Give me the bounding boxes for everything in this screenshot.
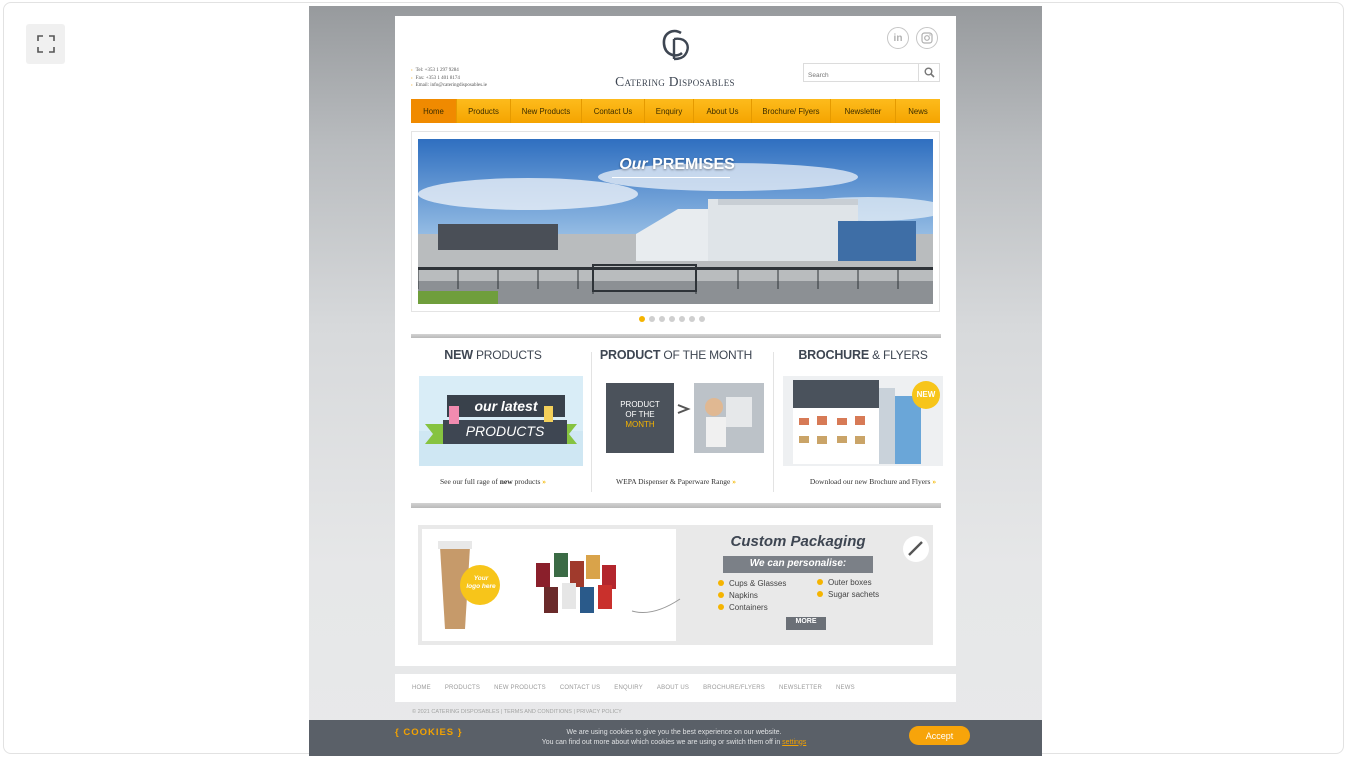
nav-newsletter[interactable]: Newsletter	[831, 99, 896, 123]
footer-link[interactable]: ABOUT US	[657, 685, 689, 691]
column-title[interactable]: PRODUCT OF THE MONTH	[586, 348, 766, 368]
section-divider	[411, 503, 941, 508]
footer-nav: HOME PRODUCTS NEW PRODUCTS CONTACT US EN…	[395, 674, 956, 702]
slider-dots	[639, 316, 705, 322]
copyright: © 2021 CATERING DISPOSABLES | TERMS AND …	[412, 709, 622, 715]
page-container: › Tel: +353 1 297 9284 › Fax: +353 1 401 8…	[395, 16, 956, 666]
new-products-column: NEW PRODUCTS our latest PRODUCTS See our…	[403, 348, 583, 486]
slider-dot[interactable]	[649, 316, 655, 322]
slider-dot[interactable]	[669, 316, 675, 322]
hero-slider[interactable]: Our PREMISES	[411, 131, 940, 312]
linkedin-link[interactable]: in	[887, 27, 909, 49]
contact-line: › Tel: +353 1 297 9284	[411, 68, 459, 73]
brochure-column: BROCHURE & FLYERS NEW Download our new B…	[773, 348, 953, 486]
banner-title: Custom Packaging	[730, 533, 866, 550]
pom-text-1: PRODUCT	[620, 400, 660, 409]
nav-contact-us[interactable]: Contact Us	[582, 99, 645, 123]
slider-dot[interactable]	[689, 316, 695, 322]
contact-info: › Tel: +353 1 297 9284 › Fax: +353 1 401 8…	[411, 67, 487, 90]
slide-title-script: Our	[619, 156, 648, 173]
footer-link[interactable]: PRODUCTS	[445, 685, 480, 691]
banner-list-right: Outer boxes Sugar sachets	[828, 577, 879, 601]
footer-link[interactable]: NEWSLETTER	[779, 685, 822, 691]
brochure-image[interactable]: NEW	[783, 376, 943, 471]
footer-link[interactable]: NEW PRODUCTS	[494, 685, 546, 691]
footer-link[interactable]: BROCHURE/FLYERS	[703, 685, 765, 691]
new-products-image[interactable]: our latest PRODUCTS	[419, 376, 583, 471]
new-badge: NEW	[916, 390, 936, 399]
nav-brochure-flyers[interactable]: Brochure/ Flyers	[752, 99, 831, 123]
custom-packaging-banner[interactable]: Your logo here Custom Packaging We can p…	[418, 525, 933, 645]
nav-news[interactable]: News	[896, 99, 940, 123]
nav-about-us[interactable]: About Us	[694, 99, 752, 123]
list-item: Containers	[729, 603, 768, 612]
search-input[interactable]	[806, 67, 918, 84]
contact-line: › Fax: +353 1 401 8174	[411, 75, 460, 81]
main-nav: Home Products New Products Contact Us En…	[411, 99, 940, 123]
brand-name[interactable]: Catering Disposables	[585, 74, 765, 90]
contact-line[interactable]: › Email: info@cateringdisposables.ie	[411, 82, 487, 90]
nav-products[interactable]: Products	[457, 99, 511, 123]
slide-title-bold: PREMISES	[652, 156, 735, 173]
column-caption[interactable]: WEPA Dispenser & Paperware Range »	[586, 477, 766, 486]
logo-mark[interactable]	[657, 25, 695, 63]
pom-text-3: MONTH	[625, 420, 655, 429]
image-text-latest: our latest	[474, 398, 538, 414]
arrow-right-icon: »	[732, 477, 736, 486]
list-item: Napkins	[729, 591, 758, 600]
column-title[interactable]: NEW PRODUCTS	[403, 348, 583, 368]
footer-link[interactable]: ENQUIRY	[614, 685, 643, 691]
section-divider	[411, 334, 941, 338]
nav-new-products[interactable]: New Products	[511, 99, 582, 123]
search-button[interactable]	[918, 64, 939, 81]
column-caption[interactable]: Download our new Brochure and Flyers »	[783, 477, 963, 486]
column-caption[interactable]: See our full rage of new products »	[403, 477, 583, 486]
slider-dot[interactable]	[699, 316, 705, 322]
search-icon	[924, 67, 935, 78]
expand-icon	[36, 35, 55, 53]
footer-link[interactable]: NEWS	[836, 685, 855, 691]
slider-dot[interactable]	[639, 316, 645, 322]
list-item: Cups & Glasses	[729, 579, 787, 588]
cookies-label: { COOKIES }	[395, 727, 463, 738]
list-item: Outer boxes	[828, 578, 872, 587]
product-of-month-column: PRODUCT OF THE MONTH PRODUCT OF THE MONT…	[586, 348, 766, 486]
column-separator	[773, 352, 774, 492]
banner-subtitle: We can personalise:	[749, 558, 847, 569]
linkedin-icon: in	[893, 32, 903, 44]
product-of-month-image[interactable]: PRODUCT OF THE MONTH	[606, 383, 766, 460]
slide-title-underline	[612, 177, 730, 178]
cookie-bar: { COOKIES } We are using cookies to give…	[309, 720, 1042, 756]
pom-text-2: OF THE	[625, 410, 655, 419]
column-title[interactable]: BROCHURE & FLYERS	[773, 348, 953, 368]
arrow-right-icon: »	[932, 477, 937, 486]
footer-link[interactable]: CONTACT US	[560, 685, 600, 691]
banner-list-left: Cups & Glasses Napkins Containers	[729, 578, 786, 614]
instagram-icon	[921, 32, 933, 44]
website-screenshot: › Tel: +353 1 297 9284 › Fax: +353 1 401 8…	[309, 6, 1042, 756]
cookie-settings-link[interactable]: settings	[782, 739, 806, 746]
list-item: Sugar sachets	[828, 590, 880, 599]
arrow-right-icon: »	[542, 477, 547, 486]
accept-cookies-button[interactable]: Accept	[909, 726, 970, 745]
image-text-products: PRODUCTS	[465, 423, 545, 439]
footer-link[interactable]: HOME	[412, 685, 431, 691]
cookie-message: We are using cookies to give you the bes…	[541, 729, 807, 746]
column-separator	[591, 352, 592, 492]
slider-dot[interactable]	[659, 316, 665, 322]
slider-dot[interactable]	[679, 316, 685, 322]
instagram-link[interactable]	[916, 27, 938, 49]
fullscreen-button[interactable]	[26, 24, 65, 64]
nav-enquiry[interactable]: Enquiry	[645, 99, 694, 123]
your-logo-badge: Your logo here	[466, 575, 496, 590]
slide-title: Our PREMISES	[612, 156, 742, 174]
more-button[interactable]: MORE	[786, 618, 826, 625]
search-box	[803, 63, 940, 84]
nav-home[interactable]: Home	[411, 99, 457, 123]
